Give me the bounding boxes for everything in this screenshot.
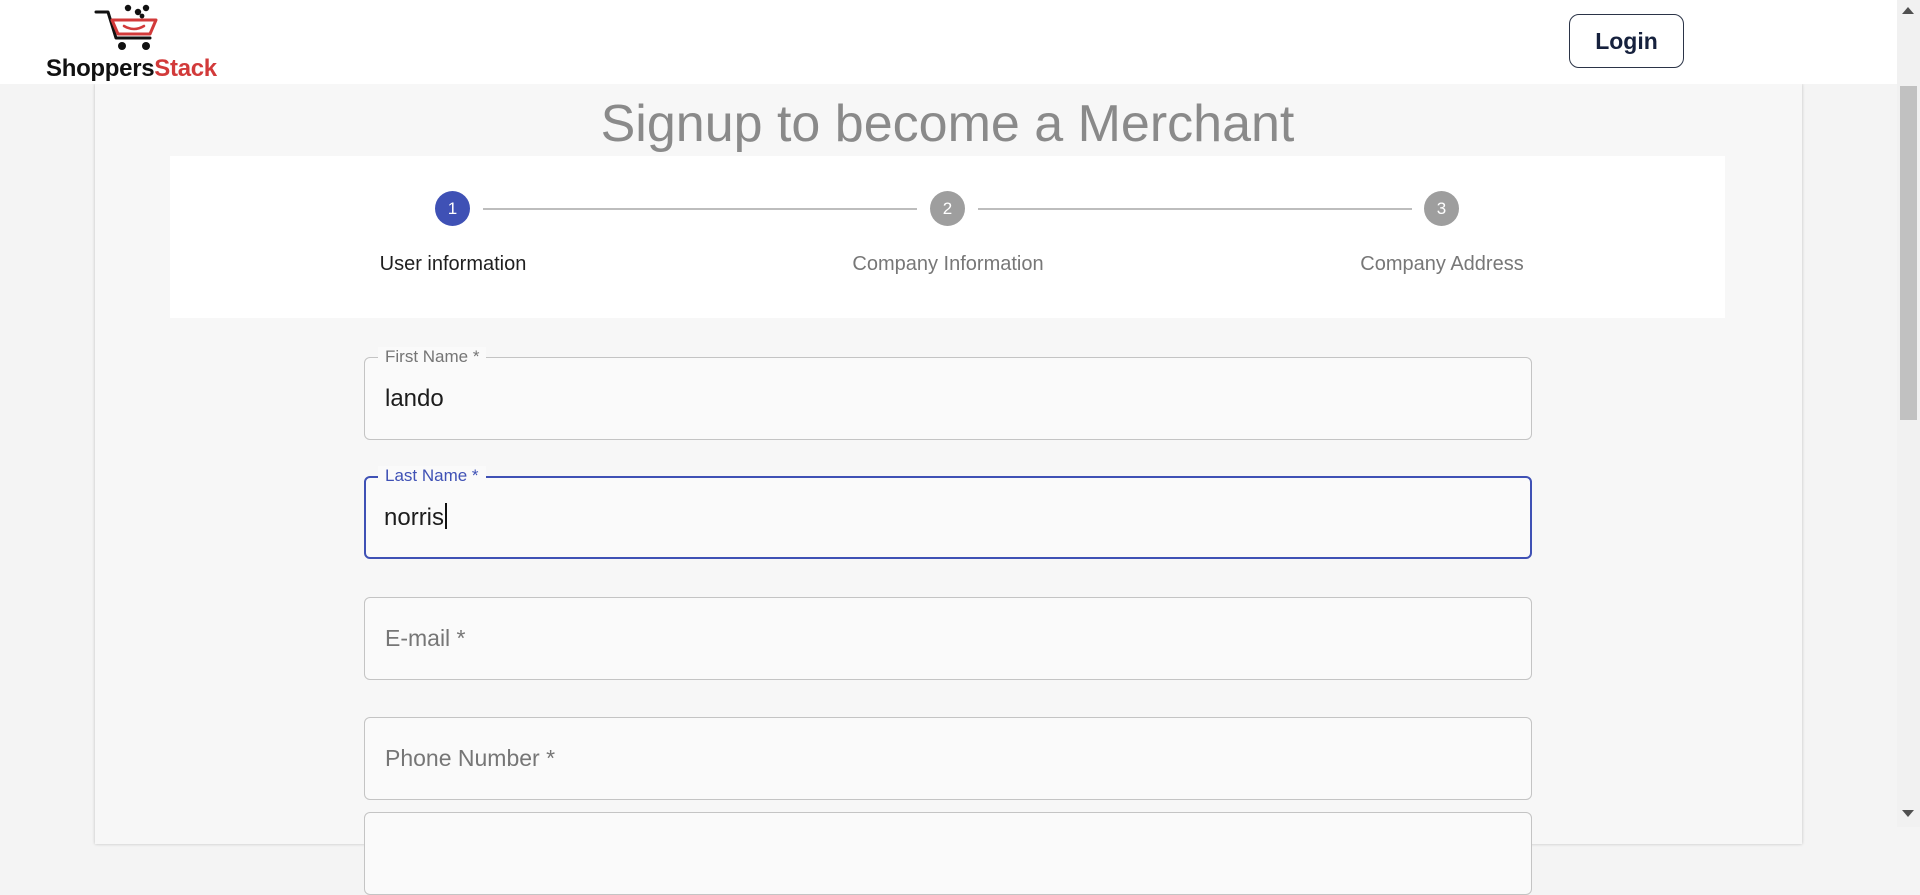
step-2-label: Company Information — [852, 253, 1044, 275]
last-name-label: Last Name * — [378, 466, 486, 486]
last-name-value-wrap: norris — [384, 503, 447, 532]
step-1-label: User information — [379, 253, 527, 275]
scroll-up-arrow-icon[interactable] — [1902, 7, 1914, 14]
scrollbar-thumb[interactable] — [1900, 86, 1917, 420]
email-placeholder: E-mail * — [385, 625, 466, 651]
step-3-indicator: 3 — [1424, 191, 1459, 226]
page-title: Signup to become a Merchant — [600, 95, 1295, 153]
step-connector-1 — [483, 208, 917, 210]
brand-name: ShoppersStack — [46, 55, 217, 83]
step-3-label: Company Address — [1360, 253, 1524, 275]
step-1-indicator: 1 — [435, 191, 470, 226]
scroll-down-arrow-icon[interactable] — [1902, 810, 1914, 817]
first-name-value: lando — [385, 385, 444, 412]
next-field-partial[interactable] — [364, 812, 1532, 895]
first-name-label: First Name * — [378, 347, 487, 367]
shopping-cart-logo-icon — [94, 4, 158, 50]
phone-number-field[interactable]: Phone Number * — [364, 717, 1532, 800]
login-button[interactable]: Login — [1569, 14, 1684, 68]
signup-stepper: 1 2 3 User information Company Informati… — [170, 156, 1725, 318]
last-name-field[interactable]: Last Name * norris — [364, 466, 1532, 559]
shoppersstack-logo[interactable]: ShoppersStack — [44, 4, 234, 83]
last-name-value: norris — [384, 504, 445, 531]
text-caret — [445, 503, 447, 529]
brand-name-part2: Stack — [154, 55, 217, 82]
brand-name-part1: Shoppers — [46, 55, 155, 82]
phone-number-placeholder: Phone Number * — [385, 745, 556, 771]
step-connector-2 — [978, 208, 1412, 210]
top-header: ShoppersStack Login — [0, 0, 1897, 84]
step-2-indicator: 2 — [930, 191, 965, 226]
page-scrollbar[interactable] — [1897, 0, 1920, 827]
email-field[interactable]: E-mail * — [364, 597, 1532, 680]
first-name-field[interactable]: First Name * lando — [364, 347, 1532, 440]
